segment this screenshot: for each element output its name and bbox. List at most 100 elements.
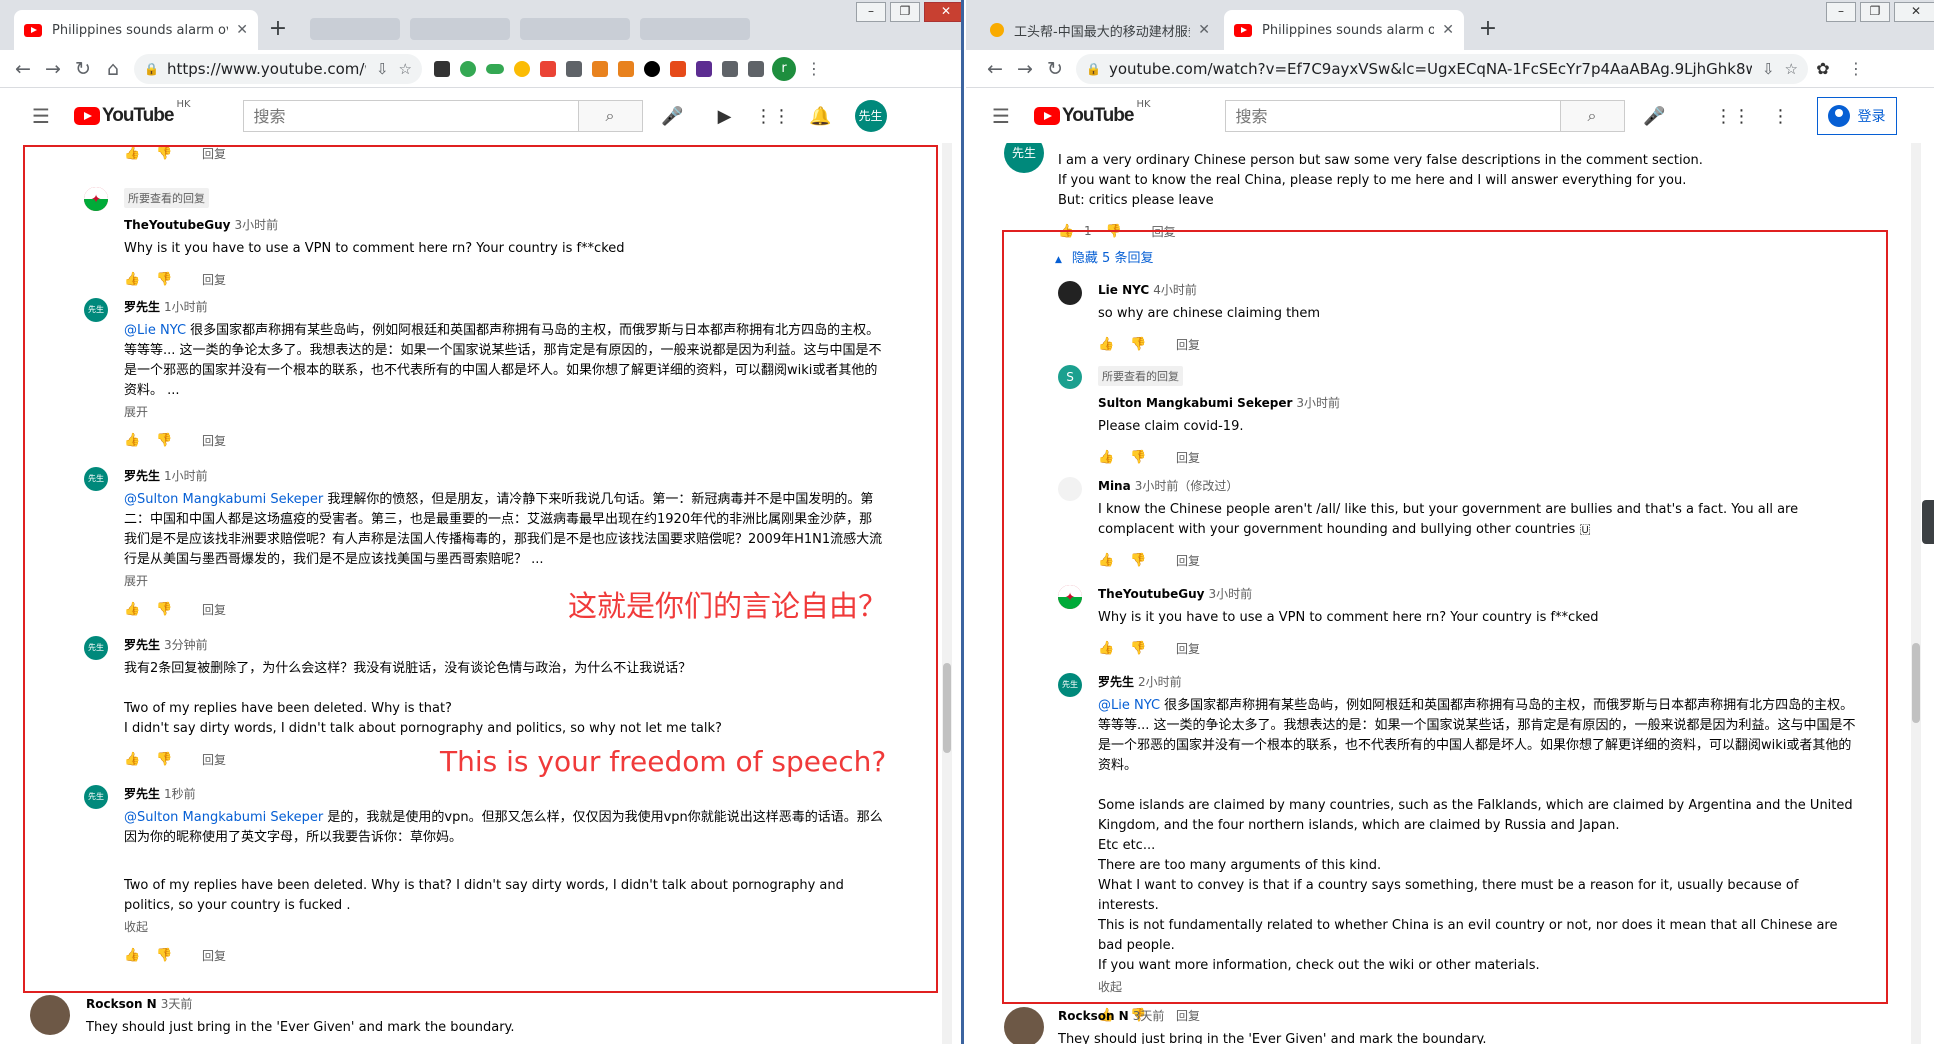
- author-avatar[interactable]: [1004, 1007, 1044, 1044]
- notifications-bell-icon[interactable]: 🔔: [797, 106, 845, 127]
- thumbs-up-icon[interactable]: 👍: [124, 948, 144, 963]
- profile-avatar[interactable]: r: [772, 56, 796, 81]
- apps-grid-icon[interactable]: ⋮⋮: [749, 106, 797, 127]
- comment-author[interactable]: TheYoutubeGuy: [1098, 587, 1204, 601]
- extension-icon[interactable]: [460, 60, 476, 77]
- reload-icon[interactable]: ↻: [1040, 58, 1070, 80]
- comment-time[interactable]: 3天前: [1133, 1009, 1165, 1023]
- reply-button[interactable]: 回复: [202, 751, 226, 768]
- back-icon[interactable]: ←: [8, 58, 38, 80]
- thumbs-down-icon[interactable]: 👎: [1106, 224, 1126, 239]
- youtube-logo[interactable]: YouTube HK: [1034, 99, 1151, 127]
- blurred-tab[interactable]: [640, 18, 750, 40]
- extension-icon[interactable]: [514, 60, 530, 77]
- restore-icon[interactable]: ❐: [1860, 2, 1890, 22]
- author-avatar[interactable]: ✦: [1058, 585, 1082, 609]
- reply-button[interactable]: 回复: [202, 601, 226, 618]
- comment-author[interactable]: TheYoutubeGuy: [124, 218, 230, 232]
- extension-icon[interactable]: ✿: [1808, 59, 1838, 78]
- comment-author[interactable]: Rockson N: [86, 997, 157, 1011]
- thumbs-down-icon[interactable]: 👎: [156, 752, 176, 767]
- bookmark-star-icon[interactable]: ☆: [1785, 60, 1798, 78]
- thumbs-up-icon[interactable]: 👍: [1098, 641, 1118, 656]
- comment-time[interactable]: 1秒前: [164, 787, 196, 801]
- microphone-icon[interactable]: 🎤: [1635, 106, 1675, 127]
- sign-in-button[interactable]: 登录: [1816, 97, 1897, 135]
- author-avatar[interactable]: [1058, 281, 1082, 305]
- thumbs-up-icon[interactable]: 👍: [1098, 450, 1118, 465]
- comment-author[interactable]: 罗先生: [1098, 675, 1134, 689]
- collapse-button[interactable]: 收起: [124, 918, 884, 935]
- reply-button[interactable]: 回复: [1152, 223, 1176, 240]
- expand-button[interactable]: 展开: [124, 403, 884, 420]
- thumbs-up-icon[interactable]: 👍: [124, 752, 144, 767]
- tab-youtube[interactable]: Philippines sounds alarm over ✕: [14, 10, 258, 50]
- comment-time[interactable]: 1小时前: [164, 300, 208, 314]
- tab-youtube[interactable]: Philippines sounds alarm over ✕: [1224, 10, 1464, 50]
- menu-icon[interactable]: ☰: [976, 104, 1026, 128]
- comment-author[interactable]: 罗先生: [124, 638, 160, 652]
- thumbs-up-icon[interactable]: 👍: [124, 272, 144, 287]
- settings-more-icon[interactable]: ⋮: [1757, 106, 1805, 127]
- comment-author[interactable]: Mina: [1098, 479, 1131, 493]
- thumbs-down-icon[interactable]: 👎: [1130, 641, 1150, 656]
- comment-time[interactable]: 3小时前: [234, 218, 278, 232]
- reply-button[interactable]: 回复: [202, 145, 226, 162]
- metamask-fox-icon[interactable]: [592, 60, 608, 77]
- mention-link[interactable]: @Lie NYC: [124, 323, 186, 338]
- author-avatar[interactable]: ✦: [84, 187, 108, 211]
- extension-icon[interactable]: [696, 60, 712, 77]
- comment-author[interactable]: 罗先生: [124, 469, 160, 483]
- reply-button[interactable]: 回复: [1176, 449, 1200, 466]
- thumbs-up-icon[interactable]: 👍: [124, 146, 144, 161]
- toggle-extension-icon[interactable]: [486, 63, 504, 74]
- reply-button[interactable]: 回复: [1176, 552, 1200, 569]
- author-avatar[interactable]: 先生: [1058, 673, 1082, 697]
- hide-replies-button[interactable]: ▲ 隐藏 5 条回复: [1055, 247, 1153, 266]
- address-bar[interactable]: 🔒 youtube.com/watch?v=Ef7C9ayxVSw&lc=Ugx…: [1076, 53, 1808, 84]
- install-app-icon[interactable]: ⇩: [376, 60, 389, 78]
- thumbs-down-icon[interactable]: 👎: [156, 602, 176, 617]
- tab-gongtoubang[interactable]: 工头帮-中国最大的移动建材服务 ✕: [980, 10, 1220, 50]
- author-avatar[interactable]: 先生: [84, 636, 108, 660]
- thumbs-down-icon[interactable]: 👎: [1130, 450, 1150, 465]
- blurred-tab[interactable]: [310, 18, 400, 40]
- author-avatar[interactable]: 先生: [84, 298, 108, 322]
- reply-button[interactable]: 回复: [1176, 640, 1200, 657]
- close-window-icon[interactable]: ✕: [924, 2, 961, 22]
- browser-menu-icon[interactable]: ⋮: [1848, 59, 1864, 78]
- mention-link[interactable]: @Sulton Mangkabumi Sekeper: [124, 810, 323, 825]
- restore-icon[interactable]: ❐: [890, 2, 920, 22]
- close-tab-icon[interactable]: ✕: [1198, 22, 1210, 38]
- reload-icon[interactable]: ↻: [68, 58, 98, 80]
- search-input[interactable]: [242, 100, 579, 132]
- comment-time[interactable]: 3分钟前: [164, 638, 208, 652]
- thumbs-down-icon[interactable]: 👎: [1130, 553, 1150, 568]
- page-scrollbar[interactable]: [1911, 143, 1921, 1044]
- minimize-icon[interactable]: –: [1826, 2, 1856, 22]
- scrollbar-thumb[interactable]: [1912, 643, 1920, 723]
- search-icon[interactable]: ⌕: [578, 100, 643, 132]
- comment-author[interactable]: Rockson N: [1058, 1009, 1129, 1023]
- microphone-icon[interactable]: 🎤: [653, 106, 693, 127]
- author-avatar[interactable]: 先生: [1004, 143, 1044, 173]
- comment-time[interactable]: 1小时前: [164, 469, 208, 483]
- author-avatar[interactable]: [30, 995, 70, 1035]
- forward-icon[interactable]: →: [1010, 58, 1040, 80]
- extension-icon[interactable]: [644, 60, 660, 77]
- browser-menu-icon[interactable]: ⋮: [806, 59, 822, 78]
- thumbs-down-icon[interactable]: 👎: [156, 948, 176, 963]
- thumbs-up-icon[interactable]: 👍: [1058, 224, 1078, 239]
- extension-icon[interactable]: [566, 60, 582, 77]
- page-scrollbar[interactable]: [942, 143, 952, 1044]
- new-tab-button[interactable]: +: [264, 16, 292, 44]
- mention-link[interactable]: @Sulton Mangkabumi Sekeper: [124, 492, 323, 507]
- comment-time[interactable]: 3天前: [161, 997, 193, 1011]
- thumbs-down-icon[interactable]: 👎: [1130, 337, 1150, 352]
- side-panel-handle[interactable]: [1922, 500, 1934, 544]
- search-icon[interactable]: ⌕: [1560, 100, 1625, 132]
- author-avatar[interactable]: [1058, 477, 1082, 501]
- thumbs-up-icon[interactable]: 👍: [124, 433, 144, 448]
- comment-author[interactable]: 罗先生: [124, 300, 160, 314]
- menu-icon[interactable]: ☰: [16, 104, 66, 128]
